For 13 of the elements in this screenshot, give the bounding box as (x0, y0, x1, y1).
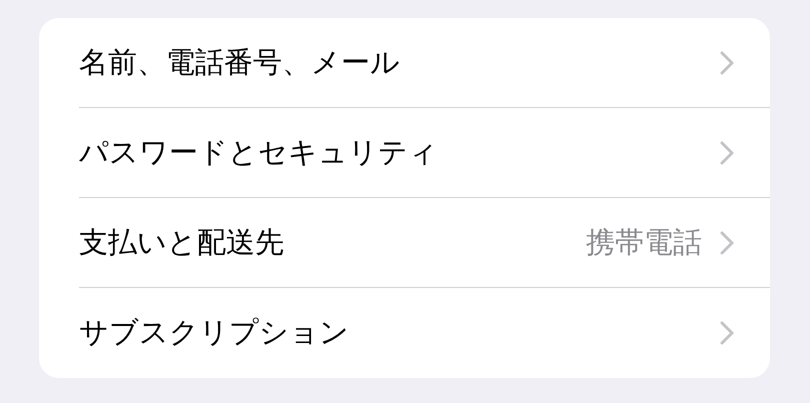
chevron-icon (720, 230, 734, 254)
row-value: 携帯電話 (586, 224, 702, 260)
settings-row[interactable]: 名前、電話番号、メール (79, 18, 770, 108)
row-label: パスワードとセキュリティ (79, 134, 439, 170)
chevron-icon (720, 140, 734, 164)
settings-row[interactable]: 支払いと配送先 携帯電話 (79, 198, 770, 288)
row-label: サブスクリプション (79, 314, 350, 351)
row-label: 名前、電話番号、メール (79, 44, 401, 80)
settings-row[interactable]: サブスクリプション (79, 288, 770, 378)
chevron-icon (720, 50, 734, 74)
settings-row[interactable]: パスワードとセキュリティ (79, 108, 770, 198)
chevron-icon (720, 321, 734, 345)
row-label: 支払いと配送先 (79, 224, 285, 260)
